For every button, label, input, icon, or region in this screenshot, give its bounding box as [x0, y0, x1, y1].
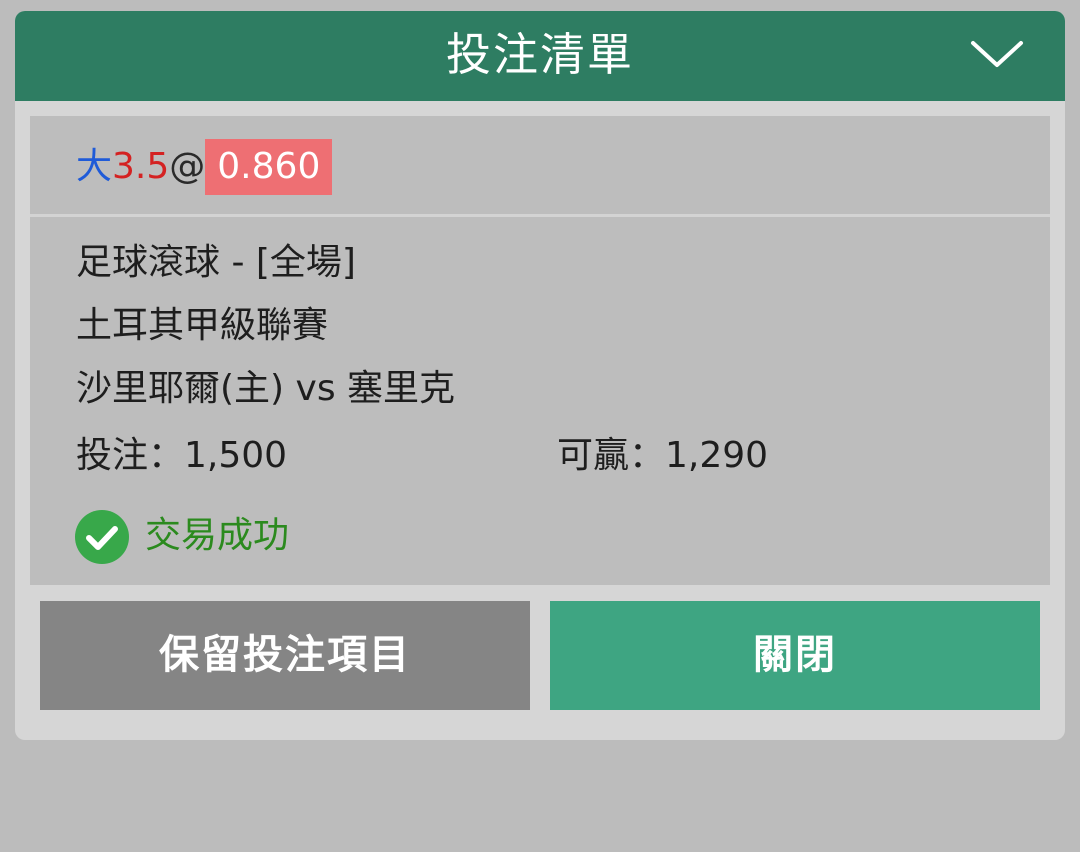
transaction-status: 交易成功 — [145, 515, 290, 556]
divider — [30, 214, 1050, 217]
odds-value: 0.860 — [205, 139, 333, 195]
odds-row: 大3.5@ 0.860 — [30, 116, 1050, 214]
keep-selections-button[interactable]: 保留投注項目 — [40, 601, 530, 710]
bet-handicap-line: 3.5 — [112, 146, 170, 187]
bet-league: 土耳其甲級聯賽 — [76, 305, 329, 346]
chevron-down-icon[interactable] — [967, 35, 1027, 75]
bet-slip-dialog: 投注清單 大3.5@ 0.860 足球滾球 - [全場] 土耳其甲級聯賽 沙里耶爾… — [15, 11, 1065, 740]
bet-detail-panel: 大3.5@ 0.860 足球滾球 - [全場] 土耳其甲級聯賽 沙里耶爾(主) v… — [30, 116, 1050, 585]
bet-slip-title: 投注清單 — [445, 28, 634, 81]
bet-stake: 投注：1,500 — [76, 435, 288, 476]
close-button[interactable]: 關閉 — [550, 601, 1040, 710]
odds-line: 大3.5@ 0.860 — [76, 139, 333, 195]
bet-selection: 大 — [76, 146, 113, 187]
bet-match: 沙里耶爾(主) vs 塞里克 — [76, 368, 456, 409]
bet-slip-header[interactable]: 投注清單 — [15, 11, 1065, 101]
check-circle-icon — [75, 510, 129, 564]
at-symbol: @ — [169, 146, 206, 187]
bet-payout: 可贏：1,290 — [557, 435, 769, 476]
bet-market: 足球滾球 - [全場] — [76, 242, 356, 283]
